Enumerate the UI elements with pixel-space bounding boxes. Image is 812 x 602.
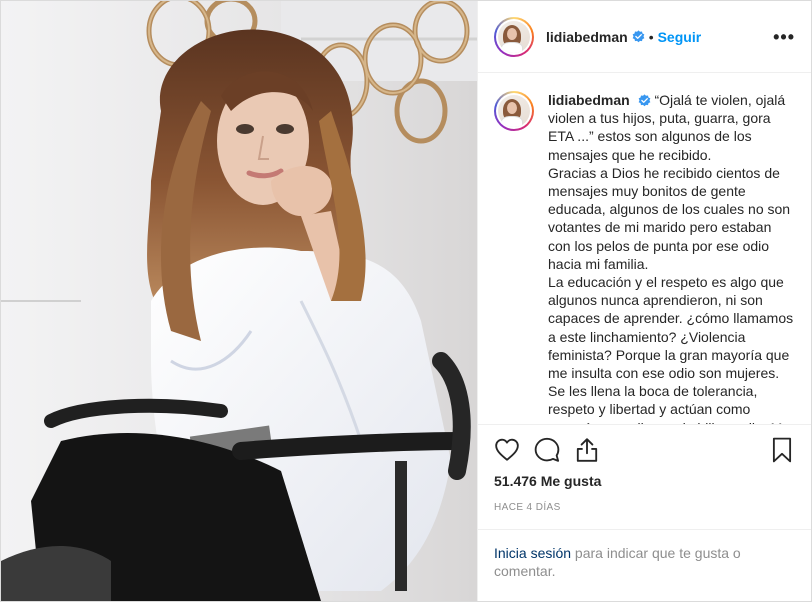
author-username[interactable]: lidiabedman bbox=[546, 29, 628, 45]
author-avatar[interactable] bbox=[494, 16, 534, 57]
verified-badge-icon bbox=[638, 94, 650, 107]
action-icon-row bbox=[494, 425, 795, 475]
verified-badge-icon bbox=[632, 30, 645, 43]
likes-count[interactable]: 51.476 Me gusta bbox=[494, 473, 795, 489]
speech-bubble-icon[interactable] bbox=[534, 437, 560, 463]
login-prompt: Inicia sesión para indicar que te gusta … bbox=[478, 529, 811, 601]
share-arrow-icon[interactable] bbox=[574, 437, 600, 463]
post-details-panel: lidiabedman • Seguir ••• lidiabedman “Oj… bbox=[477, 1, 811, 601]
post-header: lidiabedman • Seguir ••• bbox=[478, 1, 811, 73]
caption-username[interactable]: lidiabedman bbox=[548, 92, 630, 108]
login-link[interactable]: Inicia sesión bbox=[494, 545, 571, 561]
caption-paragraph: Se les llena la boca de tolerancia, resp… bbox=[548, 383, 790, 424]
instagram-post: lidiabedman • Seguir ••• lidiabedman “Oj… bbox=[0, 0, 812, 602]
post-actions: 51.476 Me gusta HACE 4 DÍAS bbox=[478, 424, 811, 529]
heart-icon[interactable] bbox=[494, 437, 520, 463]
post-photo-illustration bbox=[1, 1, 477, 601]
more-options-button[interactable]: ••• bbox=[773, 28, 795, 46]
caption-paragraph: La educación y el respeto es algo que al… bbox=[548, 274, 794, 382]
bookmark-icon[interactable] bbox=[769, 437, 795, 463]
post-timestamp[interactable]: HACE 4 DÍAS bbox=[494, 502, 795, 513]
caption-author-avatar[interactable] bbox=[494, 91, 534, 131]
follow-button[interactable]: Seguir bbox=[658, 29, 702, 45]
caption-section: lidiabedman “Ojalá te violen, ojalá viol… bbox=[478, 73, 811, 424]
post-photo[interactable] bbox=[1, 1, 477, 601]
caption-paragraph: Gracias a Dios he recibido cientos de me… bbox=[548, 164, 791, 272]
post-caption: lidiabedman “Ojalá te violen, ojalá viol… bbox=[548, 91, 795, 424]
header-separator: • bbox=[648, 28, 654, 45]
